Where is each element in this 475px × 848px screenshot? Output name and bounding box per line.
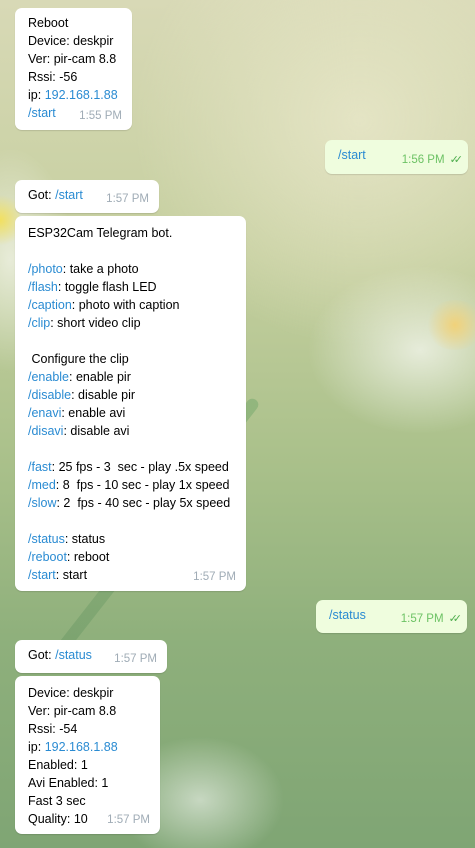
message-time: 1:56 PM ✓✓ [402,151,464,169]
command-link[interactable]: /start [55,188,83,202]
command-line: /clip: short video clip [28,316,141,330]
status-ip: ip: 192.168.1.88 [28,740,118,754]
section-heading: Configure the clip [28,352,129,366]
message-incoming: Device: deskpir Ver: pir-cam 8.8 Rssi: -… [15,676,160,834]
command-line: /enavi: enable avi [28,406,126,420]
status-device: Device: deskpir [28,686,114,700]
message-line: Rssi: -56 [28,70,78,84]
ip-label: ip: [28,88,45,102]
command-link[interactable]: /start [28,568,56,582]
command-line: /enable: enable pir [28,370,131,384]
message-incoming: Got: /status 1:57 PM [15,640,167,673]
command-link[interactable]: /slow [28,496,56,510]
command-link[interactable]: /enavi [28,406,61,420]
message-time: 1:57 PM [106,193,149,205]
command-line: /status: status [28,532,106,546]
command-link[interactable]: /reboot [28,550,67,564]
message-time: 1:55 PM [79,110,122,122]
message-incoming: Got: /start 1:57 PM [15,180,159,213]
status-avi: Avi Enabled: 1 [28,776,109,790]
command-line: /photo: take a photo [28,262,139,276]
background-flower [425,300,475,350]
command-line: /slow: 2 fps - 40 sec - play 5x speed [28,496,231,510]
read-checkmarks-icon: ✓✓ [449,154,464,166]
command-line: /disavi: disable avi [28,424,130,438]
message-time: 1:57 PM [114,653,157,665]
message-time: 1:57 PM [193,571,236,583]
command-link[interactable]: /photo [28,262,63,276]
read-checkmarks-icon: ✓✓ [448,613,463,625]
command-link[interactable]: /start [338,148,366,162]
command-line: /caption: photo with caption [28,298,180,312]
command-link[interactable]: /caption [28,298,72,312]
command-link[interactable]: /disable [28,388,71,402]
message-time: 1:57 PM ✓✓ [401,610,463,628]
command-link[interactable]: /clip [28,316,50,330]
command-link[interactable]: /enable [28,370,69,384]
command-line: /disable: disable pir [28,388,136,402]
command-line: /fast: 25 fps - 3 sec - play .5x speed [28,460,229,474]
command-line: /reboot: reboot [28,550,110,564]
command-link[interactable]: /flash [28,280,58,294]
command-line: /flash: toggle flash LED [28,280,157,294]
command-link[interactable]: /med [28,478,56,492]
message-incoming: Reboot Device: deskpir Ver: pir-cam 8.8 … [15,8,132,130]
message-outgoing: /status 1:57 PM ✓✓ [316,600,467,633]
message-line: ip: 192.168.1.88 [28,86,120,104]
command-link[interactable]: /status [28,532,65,546]
command-link[interactable]: /disavi [28,424,63,438]
command-line: /med: 8 fps - 10 sec - play 1x speed [28,478,230,492]
bot-title: ESP32Cam Telegram bot. [28,226,173,240]
message-line: Device: deskpir [28,34,114,48]
ip-link[interactable]: 192.168.1.88 [45,740,118,754]
status-version: Ver: pir-cam 8.8 [28,704,117,718]
command-link[interactable]: /fast [28,460,52,474]
command-link[interactable]: /status [329,608,366,622]
message-line: Reboot [28,16,69,30]
ip-link[interactable]: 192.168.1.88 [45,88,118,102]
command-link[interactable]: /start [28,106,56,120]
message-time: 1:57 PM [107,814,150,826]
status-rssi: Rssi: -54 [28,722,78,736]
status-enabled: Enabled: 1 [28,758,88,772]
message-outgoing: /start 1:56 PM ✓✓ [325,140,468,174]
status-fast: Fast 3 sec [28,794,86,808]
message-incoming: ESP32Cam Telegram bot. /photo: take a ph… [15,216,246,591]
command-link[interactable]: /status [55,648,92,662]
message-line: Ver: pir-cam 8.8 [28,52,117,66]
